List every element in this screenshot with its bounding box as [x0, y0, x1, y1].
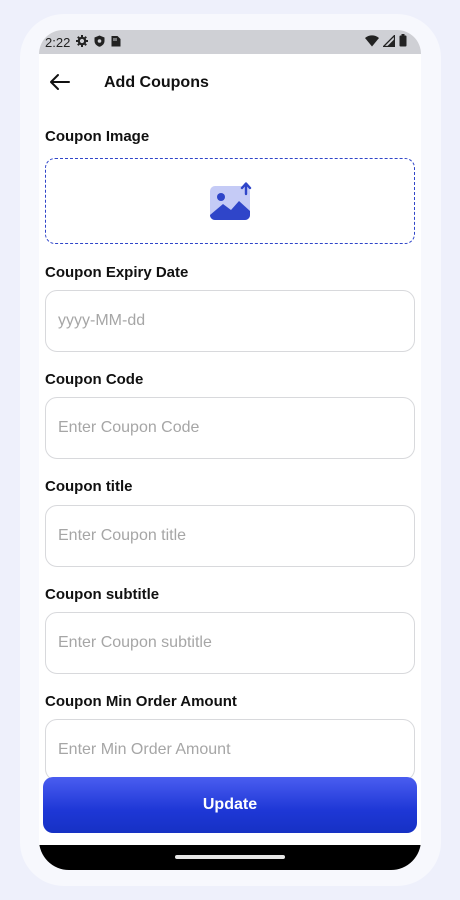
status-bar-left: 2:22	[45, 34, 121, 50]
coupon-title-label: Coupon title	[45, 478, 133, 495]
status-bar: 2:22	[39, 30, 421, 54]
expiry-date-field[interactable]	[45, 290, 415, 352]
app-screen: 2:22 Add Coupons Coupon Image Coupon Exp…	[39, 30, 421, 870]
settings-icon	[76, 34, 89, 50]
status-bar-right	[365, 33, 415, 50]
battery-icon	[399, 34, 407, 50]
update-button[interactable]: Update	[43, 777, 417, 833]
shield-icon	[94, 35, 105, 50]
expiry-date-label: Coupon Expiry Date	[45, 264, 189, 281]
image-upload-icon	[209, 182, 253, 227]
wifi-icon	[365, 34, 379, 50]
home-indicator[interactable]	[175, 855, 285, 859]
coupon-title-field[interactable]	[45, 505, 415, 567]
page-title: Add Coupons	[104, 74, 209, 91]
min-order-amount-field[interactable]	[45, 719, 415, 781]
coupon-image-label: Coupon Image	[45, 128, 150, 145]
back-button[interactable]	[49, 72, 71, 92]
app-bar: Add Coupons	[39, 54, 421, 112]
system-navigation-bar	[39, 845, 421, 870]
coupon-subtitle-label: Coupon subtitle	[45, 586, 160, 603]
arrow-left-icon	[50, 74, 70, 90]
coupon-image-upload[interactable]	[45, 158, 415, 244]
status-time: 2:22	[45, 34, 71, 50]
signal-icon	[381, 33, 396, 50]
sim-card-icon	[111, 35, 121, 50]
min-order-amount-label: Coupon Min Order Amount	[45, 693, 237, 710]
coupon-subtitle-field[interactable]	[45, 612, 415, 674]
coupon-code-field[interactable]	[45, 397, 415, 459]
coupon-code-label: Coupon Code	[45, 371, 144, 388]
